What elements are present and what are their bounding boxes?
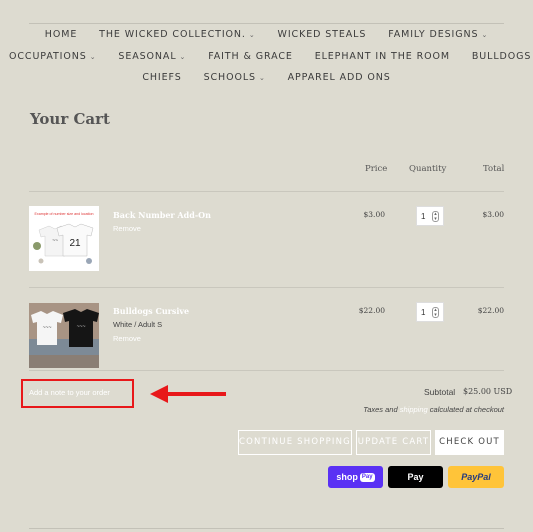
chevron-down-icon: ⌄	[481, 31, 489, 39]
quantity-value: 1	[421, 212, 426, 221]
subtotal-value: $25.00 USD	[463, 387, 513, 396]
nav-family-designs[interactable]: FAMILY DESIGNS ⌄	[388, 29, 488, 40]
header-divider	[29, 23, 504, 24]
page-title: Your Cart	[30, 110, 110, 128]
order-note-field[interactable]: Add a note to your order	[21, 379, 134, 408]
nav-row-3: CHIEFS SCHOOLS ⌄ APPAREL ADD ONS	[0, 72, 533, 83]
nav-chiefs[interactable]: CHIEFS	[142, 72, 181, 83]
nav-row-1: HOME THE WICKED COLLECTION. ⌄ WICKED STEA…	[0, 29, 533, 40]
product-name[interactable]: Back Number Add-On	[113, 210, 211, 220]
continue-shopping-button[interactable]: CONTINUE SHOPPING	[238, 430, 352, 455]
quantity-stepper[interactable]: 1 ▴ ▾	[416, 302, 444, 322]
nav-bulldogs[interactable]: BULLDOGS⌄	[472, 51, 533, 62]
row-divider	[29, 191, 504, 192]
nav-apparel-add-ons[interactable]: APPAREL ADD ONS	[288, 72, 391, 83]
order-note-placeholder: Add a note to your order	[29, 388, 110, 397]
thumb-caption: Example of number size and location	[35, 212, 94, 216]
nav-home[interactable]: HOME	[45, 29, 77, 40]
product-variant: White / Adult S	[113, 320, 163, 329]
nav-wicked-collection[interactable]: THE WICKED COLLECTION. ⌄	[99, 29, 255, 40]
footer-divider	[29, 528, 504, 529]
shop-pay-button[interactable]: shop Pay	[328, 466, 383, 488]
chevron-down-icon: ⌄	[258, 74, 266, 82]
item-total: $3.00	[482, 210, 504, 219]
paypal-button[interactable]: PayPal	[448, 466, 504, 488]
chevron-down-icon: ⌄	[248, 31, 256, 39]
nav-row-2: OCCUPATIONS ⌄ SEASONAL ⌄ FAITH & GRACE ELE…	[0, 51, 533, 62]
item-price: $22.00	[358, 306, 385, 315]
product-thumbnail[interactable]: ~~~ ~~~	[29, 303, 99, 368]
update-cart-button[interactable]: UPDATE CART	[356, 430, 431, 455]
item-price: $3.00	[363, 210, 385, 219]
row-divider	[29, 287, 504, 288]
nav-occupations[interactable]: OCCUPATIONS ⌄	[9, 51, 96, 62]
column-header-quantity: Quantity	[409, 164, 447, 174]
subtotal-label: Subtotal	[424, 387, 456, 397]
chevron-down-icon: ⌄	[179, 53, 187, 61]
nav-wicked-steals[interactable]: WICKED STEALS	[278, 29, 367, 40]
product-thumbnail[interactable]: Example of number size and location ~~ 2…	[29, 206, 99, 271]
nav-faith-grace[interactable]: FAITH & GRACE	[208, 51, 293, 62]
nav-schools[interactable]: SCHOOLS ⌄	[204, 72, 266, 83]
annotation-arrow-icon	[150, 385, 226, 403]
nav-elephant-in-the-room[interactable]: ELEPHANT IN THE ROOM	[315, 51, 450, 62]
svg-text:~~~: ~~~	[77, 324, 86, 330]
thumb-number: 21	[69, 238, 81, 249]
column-header-total: Total	[483, 164, 505, 174]
apple-pay-button[interactable]: Pay	[388, 466, 443, 488]
spinner-icon[interactable]: ▴ ▾	[432, 307, 439, 318]
column-header-price: Price	[365, 164, 388, 174]
quantity-value: 1	[421, 308, 426, 317]
chevron-down-icon: ⌄	[89, 53, 97, 61]
svg-text:~~~: ~~~	[43, 325, 52, 331]
quantity-stepper[interactable]: 1 ▴ ▾	[416, 206, 444, 226]
product-name[interactable]: Bulldogs Cursive	[113, 306, 189, 316]
row-divider	[29, 370, 504, 371]
item-total: $22.00	[477, 306, 504, 315]
shipping-link[interactable]: shipping	[400, 405, 428, 414]
taxes-note: Taxes and shipping calculated at checkou…	[363, 405, 504, 414]
nav-seasonal[interactable]: SEASONAL ⌄	[118, 51, 186, 62]
checkout-button[interactable]: CHECK OUT	[435, 430, 504, 455]
spinner-icon[interactable]: ▴ ▾	[432, 211, 439, 222]
remove-link[interactable]: Remove	[113, 224, 141, 233]
remove-link[interactable]: Remove	[113, 334, 141, 343]
svg-text:~~: ~~	[52, 238, 58, 244]
